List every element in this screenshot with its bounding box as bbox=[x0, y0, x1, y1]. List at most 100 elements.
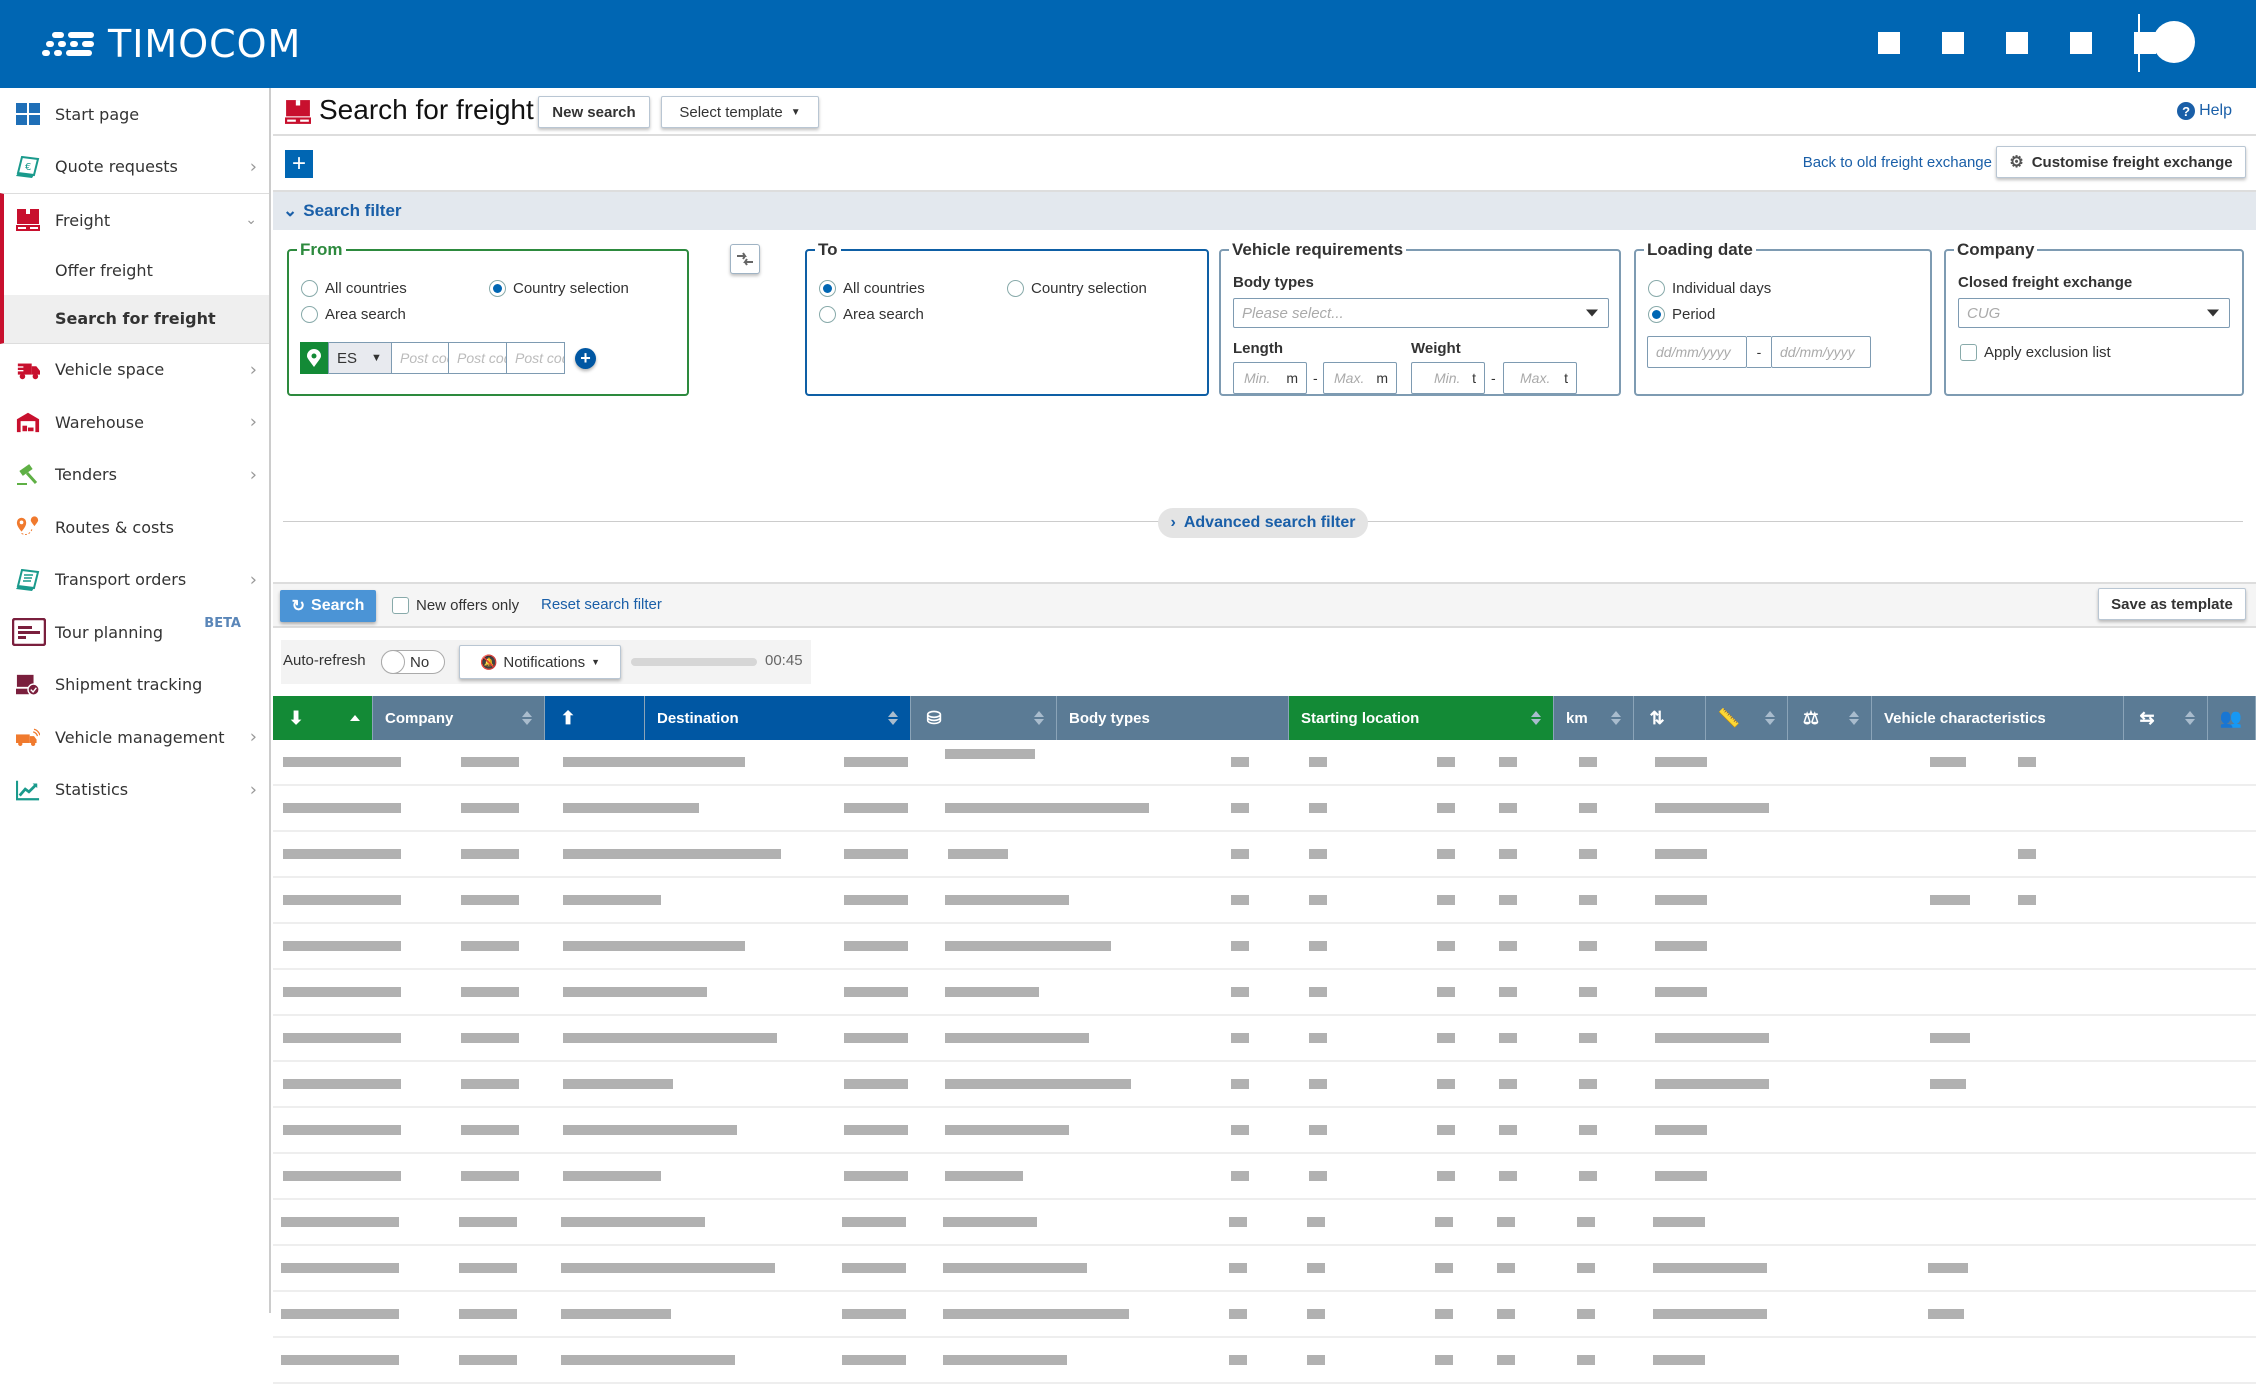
column-header-loading-date[interactable]: ⬇ bbox=[273, 696, 373, 740]
select-template-dropdown[interactable]: Select template ▼ bbox=[661, 96, 819, 128]
customise-button[interactable]: ⚙ Customise freight exchange bbox=[1996, 146, 2246, 178]
redacted-cell bbox=[1579, 895, 1597, 905]
table-row[interactable] bbox=[273, 786, 2256, 832]
date-to-input[interactable]: dd/mm/yyyy bbox=[1771, 336, 1871, 368]
redacted-cell bbox=[459, 1217, 517, 1227]
length-min-input[interactable]: Min. m bbox=[1233, 362, 1307, 394]
sidebar-subitem-offer-freight[interactable]: Offer freight bbox=[4, 247, 269, 295]
from-country-selection-radio[interactable]: Country selection bbox=[489, 280, 629, 297]
period-radio[interactable]: Period bbox=[1648, 306, 1715, 323]
search-filter-toggle[interactable]: ⌄ Search filter bbox=[273, 190, 2256, 230]
country-select[interactable]: ES ▼ bbox=[328, 342, 392, 374]
postcode-input-1[interactable]: Post code bbox=[392, 342, 449, 374]
radio-label: Area search bbox=[325, 306, 406, 323]
table-row[interactable] bbox=[273, 1062, 2256, 1108]
from-area-search-radio[interactable]: Area search bbox=[301, 306, 406, 323]
table-row[interactable] bbox=[273, 970, 2256, 1016]
from-all-countries-radio[interactable]: All countries bbox=[301, 280, 407, 297]
sidebar-item-statistics[interactable]: Statistics › bbox=[0, 764, 269, 817]
redacted-cell bbox=[283, 941, 401, 951]
column-header-starting-location[interactable]: Starting location bbox=[1289, 696, 1554, 740]
sidebar-subitem-search-for-freight[interactable]: Search for freight bbox=[4, 294, 269, 343]
table-row[interactable] bbox=[273, 740, 2256, 786]
new-search-button[interactable]: New search bbox=[538, 96, 650, 128]
placeholder: Min. bbox=[1434, 370, 1461, 386]
to-legend: To bbox=[818, 240, 838, 259]
redacted-cell bbox=[844, 1079, 908, 1089]
secondary-toolbar: + Back to old freight exchange ⚙ Customis… bbox=[273, 138, 2256, 190]
table-row[interactable] bbox=[273, 1292, 2256, 1338]
table-row[interactable] bbox=[273, 1246, 2256, 1292]
redacted-cell bbox=[1229, 1309, 1247, 1319]
weight-max-input[interactable]: Max. t bbox=[1503, 362, 1577, 394]
table-row[interactable] bbox=[273, 878, 2256, 924]
apply-exclusion-list-checkbox[interactable]: Apply exclusion list bbox=[1960, 344, 2111, 361]
timocom-logo[interactable]: TIMOCOM bbox=[42, 22, 301, 66]
column-header-exchange-pallets[interactable]: ⇆ bbox=[2124, 696, 2208, 740]
auto-refresh-toggle[interactable]: No bbox=[381, 650, 445, 674]
date-from-input[interactable]: dd/mm/yyyy bbox=[1647, 336, 1747, 368]
sidebar-item-tour-planning[interactable]: Tour planning BETA bbox=[0, 606, 269, 659]
sidebar-item-freight[interactable]: Freight ⌄ bbox=[4, 194, 269, 247]
weight-min-input[interactable]: Min. t bbox=[1411, 362, 1485, 394]
new-offers-only-checkbox[interactable]: New offers only bbox=[392, 597, 519, 614]
sidebar-item-vehicle-space[interactable]: Vehicle space › bbox=[0, 344, 269, 397]
new-search-tab-icon[interactable]: + bbox=[285, 150, 313, 178]
to-area-search-radio[interactable]: Area search bbox=[819, 306, 924, 323]
column-header-length-ruler[interactable]: 📏 bbox=[1706, 696, 1788, 740]
reset-search-filter-link[interactable]: Reset search filter bbox=[541, 596, 662, 613]
column-header-weight[interactable]: ⚖ bbox=[1788, 696, 1872, 740]
app-icon-3[interactable] bbox=[2006, 32, 2028, 54]
length-max-input[interactable]: Max. m bbox=[1323, 362, 1397, 394]
sidebar-item-quote-requests[interactable]: € Quote requests › bbox=[0, 141, 269, 194]
sidebar-item-label: Vehicle space bbox=[55, 360, 165, 380]
app-icon-1[interactable] bbox=[1878, 32, 1900, 54]
sidebar-item-routes-costs[interactable]: Routes & costs bbox=[0, 501, 269, 554]
cug-select[interactable]: CUG bbox=[1958, 298, 2230, 328]
individual-days-radio[interactable]: Individual days bbox=[1648, 280, 1771, 297]
app-icon-2[interactable] bbox=[1942, 32, 1964, 54]
swap-from-to-button[interactable] bbox=[730, 244, 760, 274]
sidebar-item-tenders[interactable]: Tenders › bbox=[0, 449, 269, 502]
checkbox-icon bbox=[1960, 344, 1977, 361]
column-header-company[interactable]: Company bbox=[373, 696, 545, 740]
length-label: Length bbox=[1233, 340, 1283, 357]
advanced-search-filter-button[interactable]: › Advanced search filter bbox=[1158, 508, 1368, 538]
redacted-cell bbox=[563, 987, 707, 997]
redacted-cell bbox=[459, 1355, 517, 1365]
sidebar-item-warehouse[interactable]: Warehouse › bbox=[0, 396, 269, 449]
redacted-cell bbox=[844, 1033, 908, 1043]
column-header-coins[interactable]: ⛁ bbox=[911, 696, 1057, 740]
table-row[interactable] bbox=[273, 924, 2256, 970]
sidebar-item-start-page[interactable]: Start page bbox=[0, 88, 269, 141]
sidebar-item-shipment-tracking[interactable]: Shipment tracking bbox=[0, 659, 269, 712]
help-link[interactable]: ? Help bbox=[2177, 102, 2232, 120]
add-location-button[interactable]: + bbox=[575, 348, 596, 369]
table-row[interactable] bbox=[273, 1200, 2256, 1246]
table-row[interactable] bbox=[273, 832, 2256, 878]
table-row[interactable] bbox=[273, 1154, 2256, 1200]
user-avatar[interactable] bbox=[2153, 21, 2195, 63]
quote-euro-icon: € bbox=[16, 155, 40, 178]
country-value: ES bbox=[337, 349, 358, 367]
app-icon-4[interactable] bbox=[2070, 32, 2092, 54]
table-row[interactable] bbox=[273, 1108, 2256, 1154]
sidebar-item-vehicle-management[interactable]: Vehicle management › bbox=[0, 711, 269, 764]
back-to-old-exchange-link[interactable]: Back to old freight exchange bbox=[1803, 154, 1992, 171]
redacted-cell bbox=[1437, 1125, 1455, 1135]
postcode-input-2[interactable]: Post code bbox=[449, 342, 507, 374]
column-header-destination[interactable]: Destination bbox=[645, 696, 911, 740]
body-types-select[interactable]: Please select... bbox=[1233, 298, 1609, 328]
sidebar-item-transport-orders[interactable]: Transport orders › bbox=[0, 554, 269, 607]
to-all-countries-radio[interactable]: All countries bbox=[819, 280, 925, 297]
save-as-template-button[interactable]: Save as template bbox=[2098, 588, 2246, 620]
column-header-km[interactable]: km bbox=[1554, 696, 1634, 740]
redacted-cell bbox=[2018, 849, 2036, 859]
table-row[interactable] bbox=[273, 1338, 2256, 1384]
redacted-cell bbox=[1655, 1079, 1769, 1089]
notifications-dropdown[interactable]: 🔕 Notifications ▼ bbox=[459, 645, 621, 679]
postcode-input-3[interactable]: Post code bbox=[507, 342, 565, 374]
search-button[interactable]: ↻ Search bbox=[280, 590, 376, 622]
to-country-selection-radio[interactable]: Country selection bbox=[1007, 280, 1147, 297]
table-row[interactable] bbox=[273, 1016, 2256, 1062]
